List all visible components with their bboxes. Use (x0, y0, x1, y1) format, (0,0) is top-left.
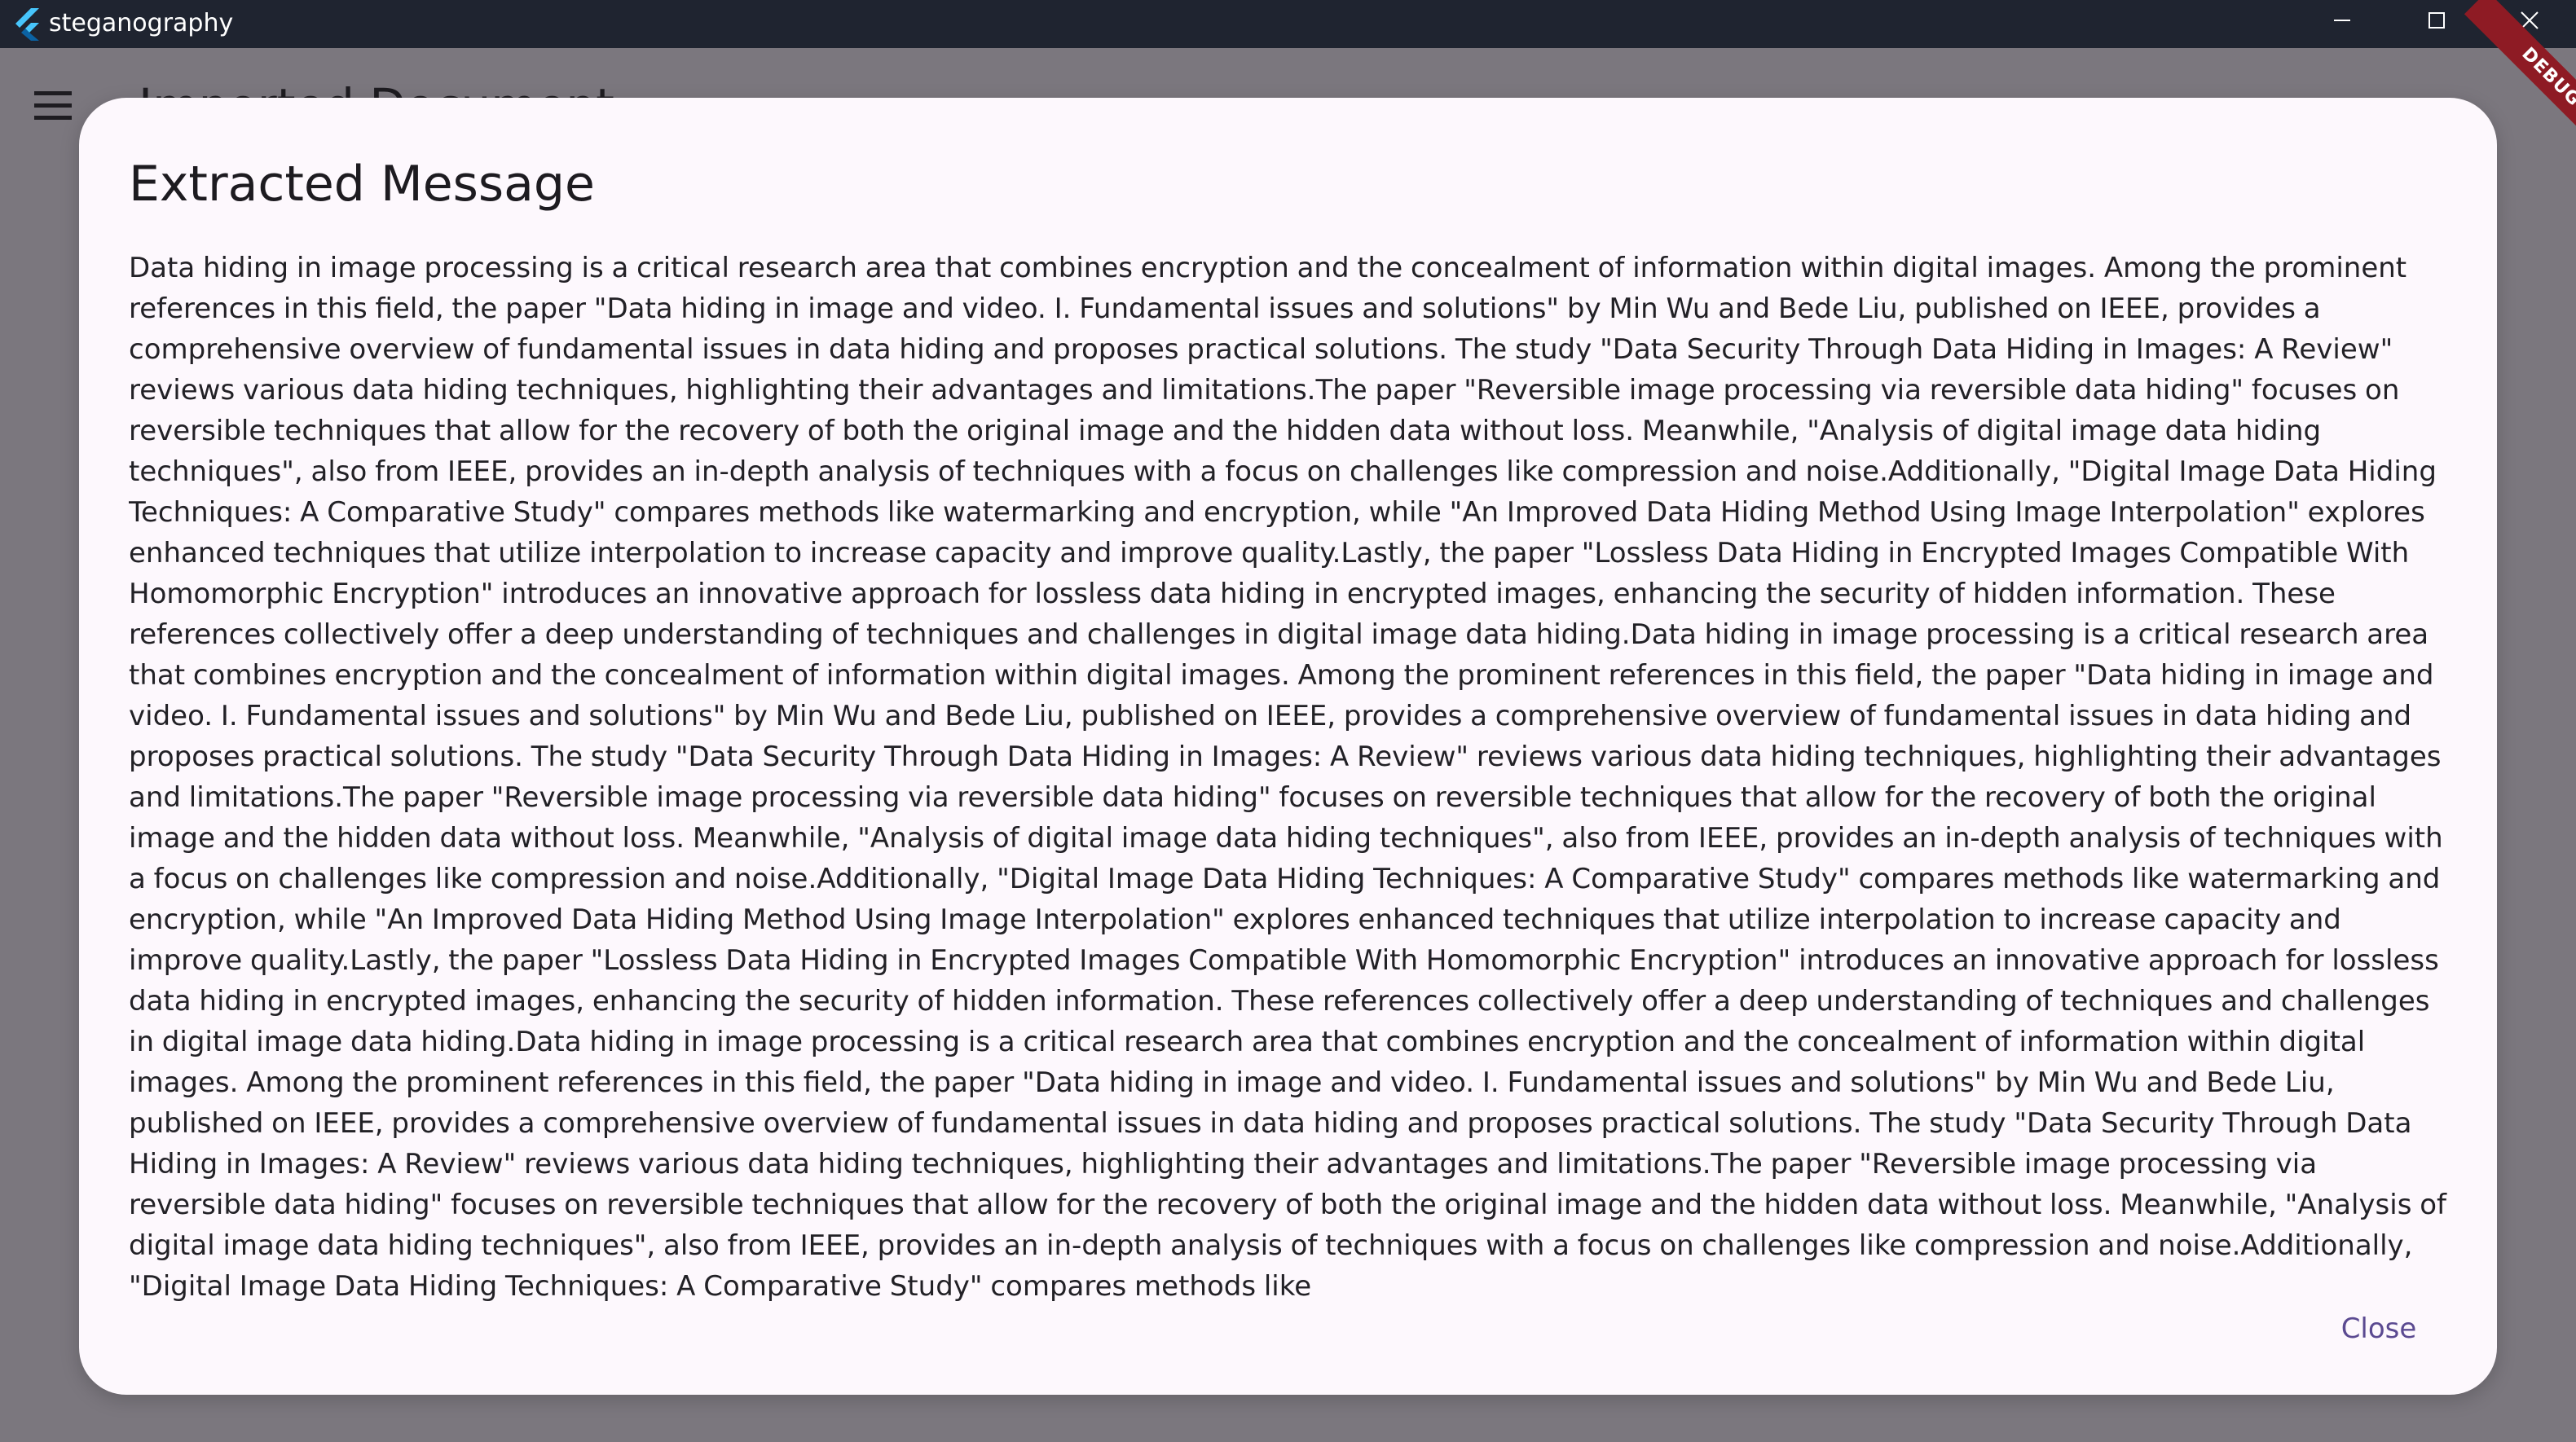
extracted-message-text: Data hiding in image processing is a cri… (129, 252, 2446, 1303)
minimize-button[interactable] (2295, 0, 2389, 41)
close-button[interactable]: Close (2322, 1294, 2436, 1362)
maximize-button[interactable] (2389, 0, 2484, 41)
maximize-icon (2428, 12, 2445, 29)
extracted-message-dialog: Extracted Message Data hiding in image p… (79, 98, 2497, 1395)
menu-button[interactable] (31, 88, 77, 124)
title-bar: steganography (0, 0, 2576, 48)
flutter-logo-icon (15, 8, 39, 41)
window-title: steganography (49, 9, 234, 37)
hamburger-menu-icon (34, 91, 72, 120)
minimize-icon (2334, 20, 2350, 21)
app-window: steganography Imported Document DEBUG (0, 0, 2576, 1442)
dialog-title: Extracted Message (129, 156, 595, 213)
